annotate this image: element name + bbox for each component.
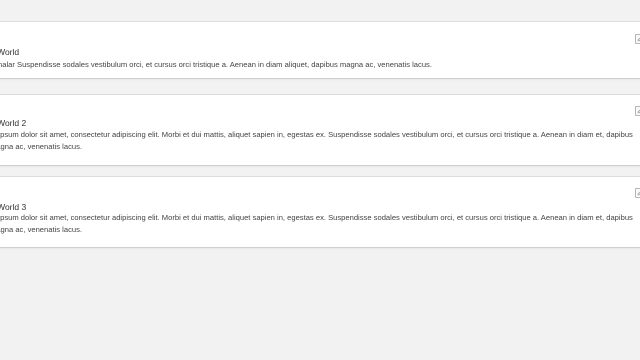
post-body: m ipsum dolor sit amet, consectetur adip… (0, 213, 633, 234)
post-body: lamalar Suspendisse sodales vestibulum o… (0, 60, 432, 69)
post-body: m ipsum dolor sit amet, consectetur adip… (0, 130, 633, 151)
post-card: o World 2 m ipsum dolor sit amet, consec… (0, 94, 640, 166)
edit-icon[interactable] (635, 106, 640, 116)
edit-icon[interactable] (635, 34, 640, 44)
post-title: o World 2 (0, 118, 27, 128)
post-card: o World lamalar Suspendisse sodales vest… (0, 21, 640, 79)
post-title: o World (0, 47, 20, 57)
post-card: o World 3 m ipsum dolor sit amet, consec… (0, 176, 640, 248)
edit-icon[interactable] (635, 188, 640, 198)
